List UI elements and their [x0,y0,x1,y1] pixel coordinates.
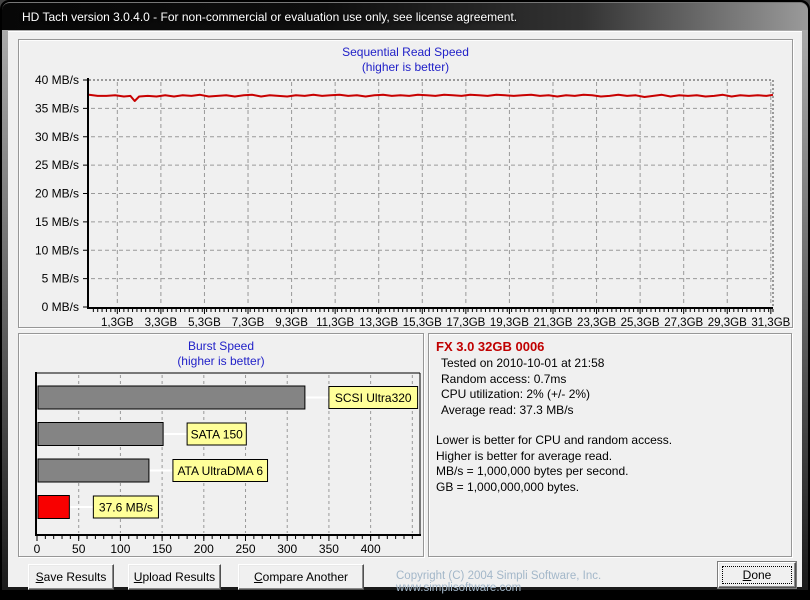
compare-another-drive-button[interactable]: Compare Another Drive [238,564,364,600]
note-gb-definition: GB = 1,000,000,000 bytes. [436,479,580,494]
svg-text:35 MB/s: 35 MB/s [35,101,79,115]
svg-text:SATA 150: SATA 150 [191,428,244,442]
hd-tach-window: HD Tach version 3.0.4.0 - For non-commer… [0,0,810,600]
svg-text:17,3GB: 17,3GB [446,317,485,327]
upload-results-button[interactable]: Upload Results [128,564,221,590]
svg-text:5,3GB: 5,3GB [188,317,221,327]
sequential-read-chart: 0 MB/s 5 MB/s 10 MB/s 15 MB/s 20 MB/s 25 MB/s… [35,73,791,327]
svg-text:21,3GB: 21,3GB [533,317,572,327]
svg-text:40 MB/s: 40 MB/s [35,73,79,87]
svg-text:15,3GB: 15,3GB [403,317,442,327]
svg-text:400: 400 [361,542,381,556]
svg-text:5 MB/s: 5 MB/s [42,272,79,286]
svg-text:50: 50 [72,542,86,556]
svg-text:150: 150 [152,542,172,556]
burst-speed-chart: SCSI Ultra320 SATA 150 ATA UltraDMA 6 37.6 … [34,372,421,556]
window-frame: Sequential Read Speed (higher is better)… [2,30,808,600]
window-title: HD Tach version 3.0.4.0 - For non-commer… [22,10,518,24]
svg-text:300: 300 [277,542,297,556]
svg-text:29,3GB: 29,3GB [708,317,747,327]
svg-text:200: 200 [194,542,214,556]
note-lower-better: Lower is better for CPU and random acces… [436,433,673,447]
svg-text:350: 350 [319,542,339,556]
svg-text:13,3GB: 13,3GB [359,317,398,327]
svg-text:25,3GB: 25,3GB [621,317,660,327]
done-button[interactable]: Done [718,562,796,588]
svg-text:0 MB/s: 0 MB/s [42,300,79,314]
svg-text:9,3GB: 9,3GB [275,317,308,327]
average-read-line: Average read: 37.3 MB/s [441,402,574,417]
note-higher-better: Higher is better for average read. [436,448,613,463]
svg-text:30 MB/s: 30 MB/s [35,130,79,144]
cpu-utilization-line: CPU utilization: 2% (+/- 2%) [441,387,591,401]
svg-text:20 MB/s: 20 MB/s [35,187,79,201]
copyright-text: Copyright (C) 2004 Simpli Software, Inc.… [396,570,602,594]
svg-text:1,3GB: 1,3GB [101,317,134,327]
svg-text:3,3GB: 3,3GB [145,317,178,327]
svg-text:23,3GB: 23,3GB [577,317,616,327]
svg-text:SCSI Ultra320: SCSI Ultra320 [335,391,412,405]
save-results-button[interactable]: Save Results [28,564,114,590]
svg-text:7,3GB: 7,3GB [232,317,265,327]
svg-text:11,3GB: 11,3GB [316,317,354,327]
note-mbs-definition: MB/s = 1,000,000 bytes per second. [436,464,629,478]
sequential-read-panel: Sequential Read Speed (higher is better)… [18,39,793,328]
svg-text:25 MB/s: 25 MB/s [35,158,79,172]
drive-info-panel: FX 3.0 32GB 0006 Tested on 2010-10-01 at… [428,333,792,557]
random-access-line: Random access: 0.7ms [441,371,567,386]
svg-text:19,3GB: 19,3GB [490,317,529,327]
svg-text:31,3GB: 31,3GB [751,317,790,327]
burst-speed-panel: Burst Speed (higher is better) SCSI Ultr… [18,333,424,557]
svg-text:27,3GB: 27,3GB [664,317,703,327]
title-bar[interactable]: HD Tach version 3.0.4.0 - For non-commer… [2,2,808,30]
svg-text:15 MB/s: 15 MB/s [35,215,79,229]
svg-text:ATA UltraDMA 6: ATA UltraDMA 6 [177,464,263,478]
drive-name: FX 3.0 32GB 0006 [436,339,545,354]
tested-on-line: Tested on 2010-10-01 at 21:58 [441,356,605,370]
svg-text:37.6 MB/s: 37.6 MB/s [99,501,153,515]
client-area: Sequential Read Speed (higher is better)… [8,31,802,600]
svg-text:10 MB/s: 10 MB/s [35,243,79,257]
svg-text:0: 0 [34,542,41,556]
svg-text:100: 100 [110,542,130,556]
svg-text:250: 250 [235,542,255,556]
